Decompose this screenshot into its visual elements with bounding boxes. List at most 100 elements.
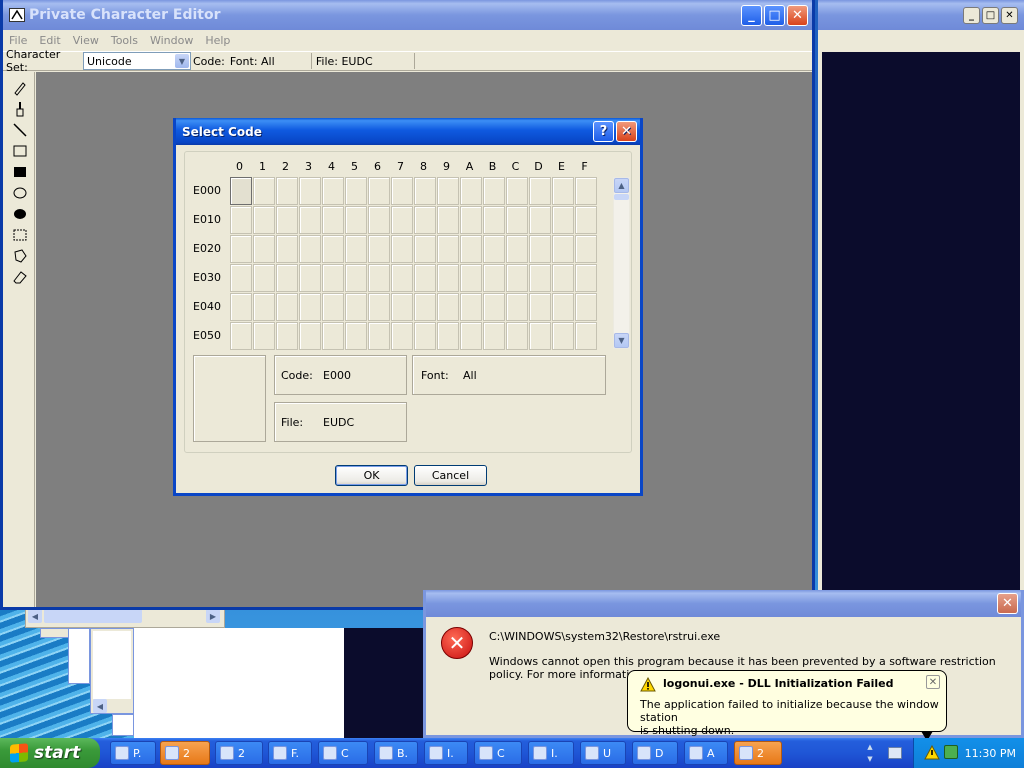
- code-cell[interactable]: [368, 206, 390, 234]
- filled-ellipse-icon[interactable]: [12, 206, 28, 222]
- taskbar-button[interactable]: B.: [374, 741, 418, 765]
- code-cell[interactable]: [529, 177, 551, 205]
- code-cell[interactable]: [483, 322, 505, 350]
- code-cell[interactable]: [230, 177, 252, 205]
- maximize-button[interactable]: □: [982, 6, 999, 24]
- code-cell[interactable]: [299, 322, 321, 350]
- code-cell[interactable]: [299, 235, 321, 263]
- code-cell[interactable]: [299, 177, 321, 205]
- code-cell[interactable]: [368, 235, 390, 263]
- code-cell[interactable]: [460, 322, 482, 350]
- grid-scrollbar[interactable]: ▲ ▼: [613, 177, 630, 349]
- notification-balloon[interactable]: logonui.exe - DLL Initialization Failed …: [627, 670, 947, 737]
- code-cell[interactable]: [506, 322, 528, 350]
- code-cell[interactable]: [253, 322, 275, 350]
- code-cell[interactable]: [322, 206, 344, 234]
- code-cell[interactable]: [460, 235, 482, 263]
- code-cell[interactable]: [483, 177, 505, 205]
- code-cell[interactable]: [253, 206, 275, 234]
- code-cell[interactable]: [299, 206, 321, 234]
- code-cell[interactable]: [368, 177, 390, 205]
- code-cell[interactable]: [322, 293, 344, 321]
- chevron-down-icon[interactable]: ▼: [175, 54, 189, 68]
- code-cell[interactable]: [322, 322, 344, 350]
- code-cell[interactable]: [529, 235, 551, 263]
- code-cell[interactable]: [253, 177, 275, 205]
- taskbar-button[interactable]: F.: [268, 741, 312, 765]
- code-cell[interactable]: [552, 177, 574, 205]
- code-cell[interactable]: [276, 177, 298, 205]
- code-cell[interactable]: [552, 206, 574, 234]
- code-cell[interactable]: [552, 235, 574, 263]
- scroll-up-icon[interactable]: ▲: [614, 178, 629, 193]
- code-cell[interactable]: [506, 264, 528, 292]
- code-cell[interactable]: [391, 264, 413, 292]
- code-cell[interactable]: [391, 177, 413, 205]
- code-cell[interactable]: [575, 206, 597, 234]
- taskbar-button[interactable]: C: [318, 741, 368, 765]
- code-cell[interactable]: [575, 177, 597, 205]
- taskbar-button[interactable]: P.: [110, 741, 156, 765]
- code-cell[interactable]: [230, 264, 252, 292]
- code-cell[interactable]: [506, 177, 528, 205]
- code-cell[interactable]: [552, 264, 574, 292]
- rectangle-icon[interactable]: [12, 143, 28, 159]
- code-cell[interactable]: [529, 293, 551, 321]
- freeform-select-icon[interactable]: [12, 248, 28, 264]
- code-cell[interactable]: [276, 206, 298, 234]
- charset-select[interactable]: Unicode ▼: [83, 52, 191, 70]
- code-cell[interactable]: [529, 206, 551, 234]
- network-icon[interactable]: [944, 745, 958, 759]
- code-cell[interactable]: [414, 177, 436, 205]
- code-cell[interactable]: [391, 293, 413, 321]
- menu-edit[interactable]: Edit: [39, 34, 60, 47]
- code-cell[interactable]: [391, 206, 413, 234]
- minimize-button[interactable]: _: [741, 4, 762, 26]
- code-cell[interactable]: [391, 322, 413, 350]
- menu-file[interactable]: File: [9, 34, 27, 47]
- code-cell[interactable]: [437, 177, 459, 205]
- code-cell[interactable]: [253, 235, 275, 263]
- code-cell[interactable]: [276, 322, 298, 350]
- code-cell[interactable]: [437, 322, 459, 350]
- code-cell[interactable]: [552, 322, 574, 350]
- close-icon[interactable]: ✕: [926, 675, 940, 689]
- code-cell[interactable]: [230, 293, 252, 321]
- menu-help[interactable]: Help: [205, 34, 230, 47]
- close-button[interactable]: ✕: [997, 593, 1018, 614]
- scroll-down-icon[interactable]: ▼: [614, 333, 629, 348]
- code-cell[interactable]: [322, 177, 344, 205]
- code-cell[interactable]: [506, 206, 528, 234]
- code-cell[interactable]: [345, 235, 367, 263]
- taskbar-button[interactable]: I.: [528, 741, 574, 765]
- code-cell[interactable]: [299, 264, 321, 292]
- code-cell[interactable]: [460, 177, 482, 205]
- code-cell[interactable]: [437, 264, 459, 292]
- code-cell[interactable]: [483, 293, 505, 321]
- cancel-button[interactable]: Cancel: [414, 465, 487, 486]
- close-button[interactable]: ✕: [616, 121, 637, 142]
- code-cell[interactable]: [368, 322, 390, 350]
- code-cell[interactable]: [345, 177, 367, 205]
- maximize-button[interactable]: □: [764, 4, 785, 26]
- code-cell[interactable]: [414, 206, 436, 234]
- scroll-thumb[interactable]: [44, 609, 142, 623]
- code-cell[interactable]: [276, 293, 298, 321]
- rectangle-select-icon[interactable]: [12, 227, 28, 243]
- code-cell[interactable]: [368, 293, 390, 321]
- scroll-left-icon[interactable]: ◀: [28, 609, 42, 623]
- menu-window[interactable]: Window: [150, 34, 193, 47]
- code-cell[interactable]: [414, 235, 436, 263]
- code-cell[interactable]: [253, 264, 275, 292]
- line-icon[interactable]: [12, 122, 28, 138]
- code-cell[interactable]: [506, 293, 528, 321]
- close-button[interactable]: ✕: [1001, 6, 1018, 24]
- code-cell[interactable]: [529, 322, 551, 350]
- taskbar-button[interactable]: 2: [160, 741, 210, 765]
- code-cell[interactable]: [345, 322, 367, 350]
- ok-button[interactable]: OK: [335, 465, 408, 486]
- close-button[interactable]: ✕: [787, 4, 808, 26]
- code-cell[interactable]: [253, 293, 275, 321]
- code-cell[interactable]: [437, 206, 459, 234]
- code-cell[interactable]: [460, 264, 482, 292]
